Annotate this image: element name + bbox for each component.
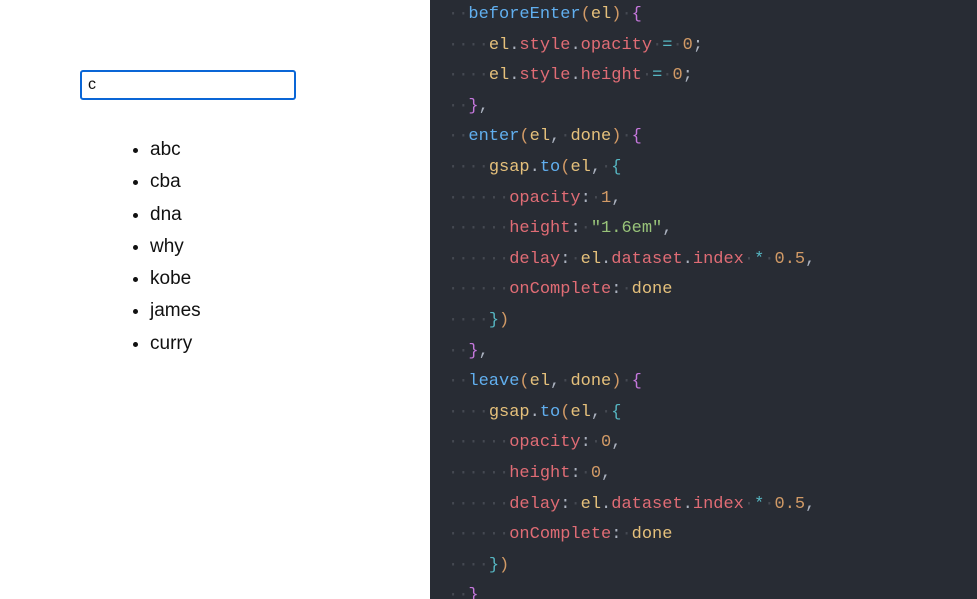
list-item: why <box>150 231 430 263</box>
filter-input[interactable] <box>80 70 296 100</box>
list-item: curry <box>150 328 430 360</box>
list-item: cba <box>150 166 430 198</box>
list-item: kobe <box>150 263 430 295</box>
results-list: abc cba dna why kobe james curry <box>150 134 430 360</box>
list-item: james <box>150 295 430 327</box>
code-editor[interactable]: ··beforeEnter(el)·{ ····el.style.opacity… <box>430 0 977 599</box>
list-item: dna <box>150 199 430 231</box>
demo-panel: abc cba dna why kobe james curry <box>0 0 430 599</box>
list-item: abc <box>150 134 430 166</box>
